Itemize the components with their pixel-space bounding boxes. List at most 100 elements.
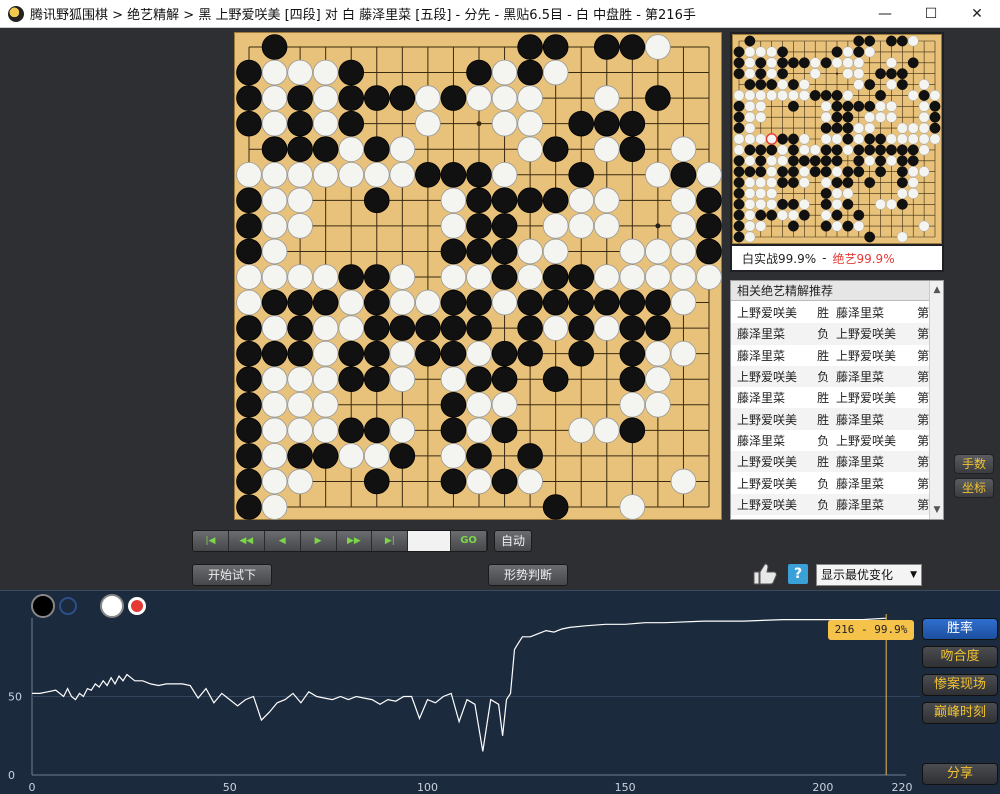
prev-move-button[interactable]: ◀ <box>264 531 301 551</box>
black-stone <box>842 220 854 232</box>
recommend-row[interactable]: 藤泽里菜 负上野爱咲美 第 <box>731 430 929 451</box>
black-stone <box>363 340 390 367</box>
maximize-button[interactable]: ☐ <box>908 0 954 28</box>
black-stone <box>896 68 908 80</box>
black-stone <box>415 340 441 367</box>
recommend-move: 第 <box>917 306 929 321</box>
recommend-row[interactable]: 藤泽里菜胜上野爱咲美第 <box>731 387 929 408</box>
black-stone <box>466 238 492 265</box>
white-stone <box>733 133 745 145</box>
go-button[interactable]: GO <box>451 531 487 551</box>
next-move-button[interactable]: ▶ <box>300 531 337 551</box>
black-stone <box>363 417 390 444</box>
y-tick-label: 50 <box>8 691 22 704</box>
recommend-row[interactable]: 上野爱咲美 胜藤泽里菜 第 <box>731 451 929 473</box>
recommend-row[interactable]: 上野爱咲美 胜藤泽里菜 第 <box>731 302 929 323</box>
share-button[interactable]: 分享 <box>922 763 998 785</box>
black-stone <box>466 289 492 316</box>
back-ten-button[interactable]: ◀◀ <box>228 531 265 551</box>
move-number-button[interactable]: 手数 <box>954 454 994 474</box>
recommend-player-a: 上野爱咲美 <box>737 476 798 491</box>
black-stone <box>766 144 778 156</box>
forward-ten-button[interactable]: ▶▶ <box>336 531 373 551</box>
black-stone <box>831 144 843 156</box>
close-button[interactable]: ✕ <box>954 0 1000 28</box>
black-stone <box>896 177 908 188</box>
white-stone <box>766 46 778 58</box>
black-stone <box>491 238 518 265</box>
judge-position-button[interactable]: 形势判断 <box>488 564 568 586</box>
white-stone <box>864 122 876 134</box>
go-board[interactable] <box>234 32 722 520</box>
white-stone <box>261 468 288 495</box>
help-icon[interactable]: ? <box>788 564 808 584</box>
black-stone <box>363 315 390 341</box>
x-tick-label: 150 <box>615 781 636 794</box>
white-stone <box>287 417 313 444</box>
black-stone <box>440 85 467 111</box>
blunder-tab-button[interactable]: 惨案现场 <box>922 674 998 696</box>
white-stone <box>744 100 756 112</box>
first-move-button[interactable]: |◀ <box>193 531 229 551</box>
recommend-row[interactable]: 上野爱咲美 负藤泽里菜 第 <box>731 472 929 493</box>
recommend-result: 负 <box>817 497 830 512</box>
recommend-row[interactable]: 上野爱咲美 胜藤泽里菜 第 <box>731 408 929 430</box>
coordinates-button[interactable]: 坐标 <box>954 478 994 498</box>
winrate-summary: 白实战99.9% - 绝艺99.9% <box>732 246 942 270</box>
black-stone <box>842 166 854 178</box>
black-stone <box>440 161 467 188</box>
black-stone <box>896 198 908 210</box>
recommend-row[interactable]: 上野爱咲美 负藤泽里菜 第 <box>731 493 929 515</box>
match-rate-tab-button[interactable]: 吻合度 <box>922 646 998 668</box>
white-stone <box>312 59 339 86</box>
black-stone <box>809 90 821 101</box>
variation-select[interactable]: 显示最优变化 ▼ <box>816 564 922 586</box>
x-tick-label: 0 <box>29 781 36 794</box>
last-move-button[interactable]: ▶| <box>372 531 409 551</box>
white-stone <box>491 59 518 86</box>
recommend-row[interactable]: 藤泽里菜胜上野爱咲美第 <box>731 345 929 366</box>
thumbs-up-icon[interactable] <box>752 562 778 586</box>
white-stone <box>287 187 313 214</box>
recommend-player-b: 藤泽里菜 <box>835 412 884 427</box>
black-stone <box>831 90 843 101</box>
recommend-scrollbar[interactable]: ▲ ▼ <box>929 281 943 519</box>
white-stone <box>907 188 919 199</box>
variation-select-value: 显示最优变化 <box>821 568 894 582</box>
black-stone <box>777 68 788 80</box>
white-stone <box>619 264 646 290</box>
move-number-input[interactable] <box>408 531 452 551</box>
white-stone <box>798 90 810 101</box>
winrate-tab-button[interactable]: 胜率 <box>922 618 998 640</box>
white-stone <box>568 213 595 239</box>
white-stone <box>389 136 416 163</box>
black-stone <box>755 68 767 80</box>
white-stone <box>777 144 788 156</box>
recommend-row[interactable]: 藤泽里菜胜上野爱咲美第 <box>731 515 929 519</box>
auto-play-button[interactable]: 自动 <box>494 530 532 552</box>
recommend-row[interactable]: 上野爱咲美 负藤泽里菜 第 <box>731 365 929 388</box>
black-stone <box>542 289 569 316</box>
recommend-result: 胜 <box>810 517 836 519</box>
black-stone <box>929 100 941 112</box>
black-stone <box>788 177 799 188</box>
recommend-row[interactable]: 藤泽里菜 负上野爱咲美 第 <box>731 323 929 345</box>
go-board-svg[interactable] <box>235 33 723 521</box>
try-play-button[interactable]: 开始试下 <box>192 564 272 586</box>
peak-tab-button[interactable]: 巅峰时刻 <box>922 702 998 724</box>
black-stone <box>798 57 810 69</box>
black-stone <box>568 264 595 290</box>
black-stone <box>542 366 569 393</box>
minimize-button[interactable]: — <box>862 0 908 28</box>
mini-board-svg <box>733 35 941 243</box>
white-stone <box>831 133 843 145</box>
scroll-up-icon[interactable]: ▲ <box>930 283 943 297</box>
white-stone <box>842 57 854 69</box>
black-stone <box>820 144 832 156</box>
white-stone <box>491 110 518 137</box>
scroll-down-icon[interactable]: ▼ <box>930 503 943 517</box>
white-stone <box>619 391 646 418</box>
white-stone <box>755 188 767 199</box>
white-stone <box>517 85 543 111</box>
white-stone <box>645 264 671 290</box>
